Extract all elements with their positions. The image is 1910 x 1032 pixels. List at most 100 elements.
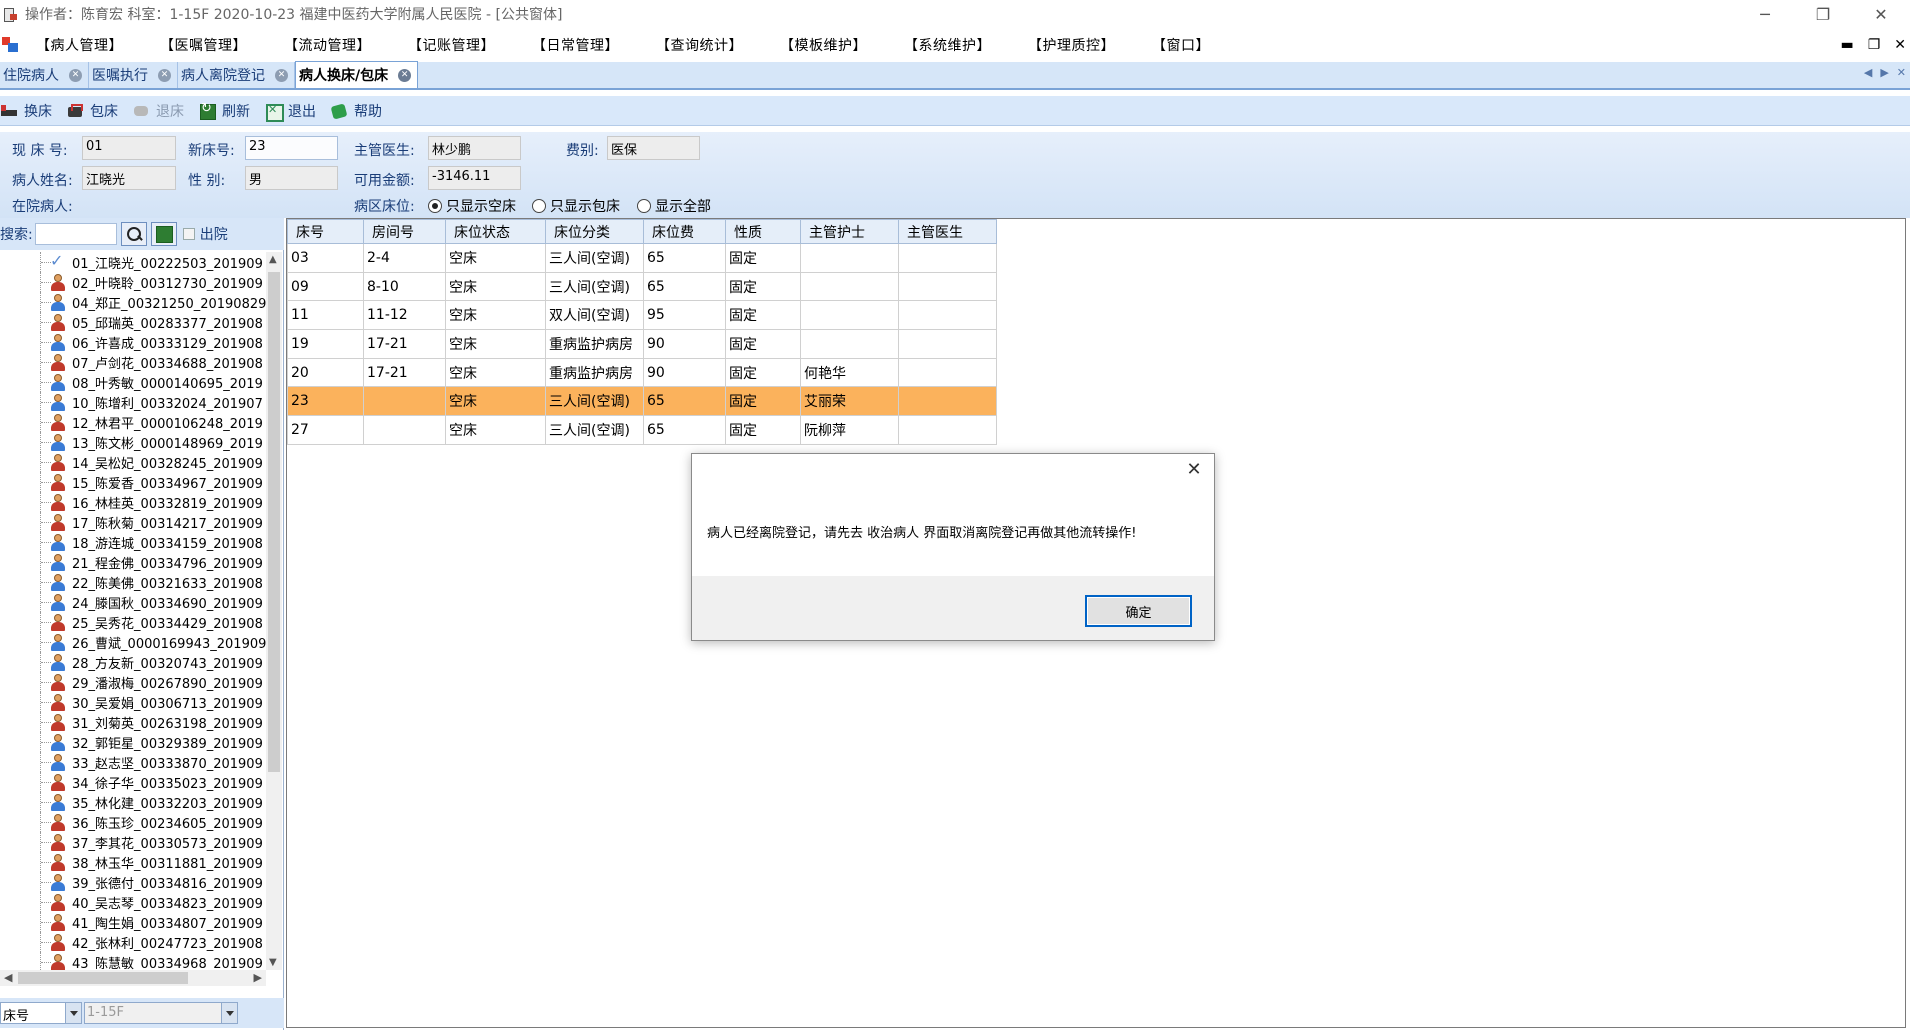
scroll-up-icon[interactable]: ▲ bbox=[269, 254, 277, 265]
patient-tree-item[interactable]: 01_江晓光_00222503_201909 bbox=[0, 252, 266, 272]
change-bed-button[interactable]: 换床 bbox=[0, 101, 52, 121]
patient-tree-item[interactable]: 06_许喜成_00333129_201908 bbox=[0, 332, 266, 352]
tab-discharge-registration[interactable]: 病人离院登记 ✕ bbox=[178, 62, 295, 88]
radio-show-all[interactable]: 显示全部 bbox=[637, 196, 711, 216]
tab-close-icon[interactable]: ✕ bbox=[158, 68, 171, 82]
release-bed-button[interactable]: 退床 bbox=[132, 101, 184, 121]
menu-flow-management[interactable]: 【流动管理】 bbox=[284, 35, 371, 55]
tab-close-icon[interactable]: ✕ bbox=[275, 68, 288, 82]
patient-tree-item[interactable]: 36_陈玉珍_00234605_201909 bbox=[0, 812, 266, 832]
column-header[interactable]: 性质 bbox=[725, 219, 801, 244]
tab-next-icon[interactable]: ▶ bbox=[1880, 66, 1888, 79]
menu-window[interactable]: 【窗口】 bbox=[1152, 35, 1210, 55]
patient-tree-item[interactable]: 24_滕国秋_00334690_201909 bbox=[0, 592, 266, 612]
patient-tree-item[interactable]: 13_陈文彬_0000148969_2019 bbox=[0, 432, 266, 452]
scroll-thumb[interactable] bbox=[268, 272, 280, 772]
patient-tree-item[interactable]: 38_林玉华_00311881_201909 bbox=[0, 852, 266, 872]
minimize-button[interactable]: ─ bbox=[1736, 0, 1794, 28]
patient-tree-item[interactable]: 22_陈美佛_00321633_201908 bbox=[0, 572, 266, 592]
radio-empty-only[interactable]: 只显示空床 bbox=[428, 196, 516, 216]
patient-tree-item[interactable]: 17_陈秋菊_00314217_201909 bbox=[0, 512, 266, 532]
table-row[interactable]: 27 空床 三人间(空调) 65 固定 阮柳萍 bbox=[287, 415, 997, 445]
patient-tree-item[interactable]: 34_徐子华_00335023_201909 bbox=[0, 772, 266, 792]
patient-tree-item[interactable]: 12_林君平_0000106248_2019 bbox=[0, 412, 266, 432]
reserve-bed-button[interactable]: 包床 bbox=[66, 101, 118, 121]
patient-tree-item[interactable]: 14_吴松妃_00328245_201909 bbox=[0, 452, 266, 472]
help-button[interactable]: 帮助 bbox=[330, 101, 382, 121]
patient-tree-item[interactable]: 43_陈慧敏_00334968_201909 bbox=[0, 952, 266, 970]
tab-close-all-icon[interactable]: ✕ bbox=[1897, 66, 1906, 79]
scroll-down-icon[interactable]: ▼ bbox=[269, 957, 277, 968]
table-row[interactable]: 20 17-21 空床 重病监护病房 90 固定 何艳华 bbox=[287, 357, 997, 388]
tab-close-icon[interactable]: ✕ bbox=[398, 68, 412, 82]
column-header[interactable]: 房间号 bbox=[363, 219, 446, 244]
horizontal-scrollbar[interactable]: ◀ ▶ bbox=[0, 970, 266, 986]
patient-tree-item[interactable]: 04_郑正_00321250_20190829 bbox=[0, 292, 266, 312]
patient-tree-item[interactable]: 18_游连城_00334159_201908 bbox=[0, 532, 266, 552]
scroll-right-icon[interactable]: ▶ bbox=[254, 971, 262, 984]
patient-tree-item[interactable]: 07_卢剑花_00334688_201908 bbox=[0, 352, 266, 372]
chevron-down-icon[interactable] bbox=[221, 1003, 237, 1023]
radio-reserved-only[interactable]: 只显示包床 bbox=[532, 196, 620, 216]
tab-close-icon[interactable]: ✕ bbox=[69, 68, 82, 82]
menu-system-maintenance[interactable]: 【系统维护】 bbox=[904, 35, 991, 55]
search-input[interactable] bbox=[34, 223, 117, 245]
patient-tree-item[interactable]: 39_张德付_00334816_201909 bbox=[0, 872, 266, 892]
patient-tree-item[interactable]: 37_李其花_00330573_201909 bbox=[0, 832, 266, 852]
search-icon[interactable] bbox=[120, 222, 147, 246]
menu-order-management[interactable]: 【医嘱管理】 bbox=[160, 35, 247, 55]
new-bed-input[interactable]: 23 bbox=[245, 136, 338, 160]
tab-prev-icon[interactable]: ◀ bbox=[1864, 66, 1872, 79]
scroll-thumb[interactable] bbox=[18, 972, 188, 984]
table-row[interactable]: 11 11-12 空床 双人间(空调) 95 固定 bbox=[287, 300, 997, 331]
ward-select[interactable]: 1-15F bbox=[84, 1002, 238, 1024]
patient-tree-item[interactable]: 02_叶晓聆_00312730_201909 bbox=[0, 272, 266, 292]
system-menu-icon[interactable] bbox=[2, 37, 20, 53]
mdi-minimize-button[interactable]: ▬ bbox=[1840, 37, 1853, 53]
mdi-close-button[interactable]: ✕ bbox=[1894, 37, 1906, 53]
patient-tree-item[interactable]: 16_林桂英_00332819_201909 bbox=[0, 492, 266, 512]
mdi-restore-button[interactable]: ❐ bbox=[1868, 37, 1881, 53]
patient-tree-item[interactable]: 30_吴爱娟_00306713_201909 bbox=[0, 692, 266, 712]
menu-patient-management[interactable]: 【病人管理】 bbox=[36, 35, 123, 55]
close-window-button[interactable]: ✕ bbox=[1852, 0, 1910, 28]
patient-tree-item[interactable]: 21_程金佛_00334796_201909 bbox=[0, 552, 266, 572]
column-header[interactable]: 床位分类 bbox=[545, 219, 644, 244]
discharged-checkbox[interactable] bbox=[182, 228, 195, 240]
patient-tree-item[interactable]: 33_赵志坚_00333870_201909 bbox=[0, 752, 266, 772]
filter-icon[interactable] bbox=[150, 222, 177, 246]
patient-tree-item[interactable]: 32_郭钜星_00329389_201909 bbox=[0, 732, 266, 752]
patient-tree-item[interactable]: 29_潘淑梅_00267890_201909 bbox=[0, 672, 266, 692]
column-header[interactable]: 床号 bbox=[287, 219, 364, 244]
table-row[interactable]: 23 空床 三人间(空调) 65 固定 艾丽荣 bbox=[287, 386, 997, 417]
chevron-down-icon[interactable] bbox=[65, 1003, 81, 1023]
patient-tree-item[interactable]: 25_吴秀花_00334429_201908 bbox=[0, 612, 266, 632]
patient-tree-item[interactable]: 42_张林利_00247723_201908 bbox=[0, 932, 266, 952]
menu-nursing-qc[interactable]: 【护理质控】 bbox=[1028, 35, 1115, 55]
ok-button[interactable]: 确定 bbox=[1085, 595, 1192, 627]
patient-tree-item[interactable]: 05_邱瑞英_00283377_201908 bbox=[0, 312, 266, 332]
menu-query-statistics[interactable]: 【查询统计】 bbox=[656, 35, 743, 55]
column-header[interactable]: 床位状态 bbox=[445, 219, 546, 244]
sort-by-select[interactable]: 床号 bbox=[0, 1002, 82, 1024]
patient-tree-item[interactable]: 15_陈爱香_00334967_201909 bbox=[0, 472, 266, 492]
patient-tree-item[interactable]: 08_叶秀敏_0000140695_2019 bbox=[0, 372, 266, 392]
table-row[interactable]: 09 8-10 空床 三人间(空调) 65 固定 bbox=[287, 271, 997, 302]
refresh-button[interactable]: 刷新 bbox=[198, 101, 250, 121]
patient-tree-item[interactable]: 35_林化建_00332203_201909 bbox=[0, 792, 266, 812]
patient-tree-item[interactable]: 28_方友新_00320743_201909 bbox=[0, 652, 266, 672]
dialog-close-button[interactable]: ✕ bbox=[1182, 458, 1206, 482]
patient-tree-item[interactable]: 40_吴志琴_00334823_201909 bbox=[0, 892, 266, 912]
patient-tree-item[interactable]: 31_刘菊英_00263198_201909 bbox=[0, 712, 266, 732]
tab-order-execution[interactable]: 医嘱执行 ✕ bbox=[89, 62, 178, 88]
column-header[interactable]: 主管护士 bbox=[800, 219, 899, 244]
tab-bed-transfer[interactable]: 病人换床/包床 ✕ bbox=[295, 61, 419, 88]
exit-button[interactable]: 退出 bbox=[264, 101, 316, 122]
vertical-scrollbar[interactable]: ▲ ▼ bbox=[266, 252, 282, 970]
table-row[interactable]: 03 2-4 空床 三人间(空调) 65 固定 bbox=[287, 243, 997, 273]
menu-daily-management[interactable]: 【日常管理】 bbox=[532, 35, 619, 55]
restore-button[interactable]: ❐ bbox=[1794, 0, 1852, 28]
scroll-left-icon[interactable]: ◀ bbox=[4, 971, 12, 984]
table-row[interactable]: 19 17-21 空床 重病监护病房 90 固定 bbox=[287, 329, 997, 359]
tab-inpatients[interactable]: 住院病人 ✕ bbox=[0, 62, 89, 88]
